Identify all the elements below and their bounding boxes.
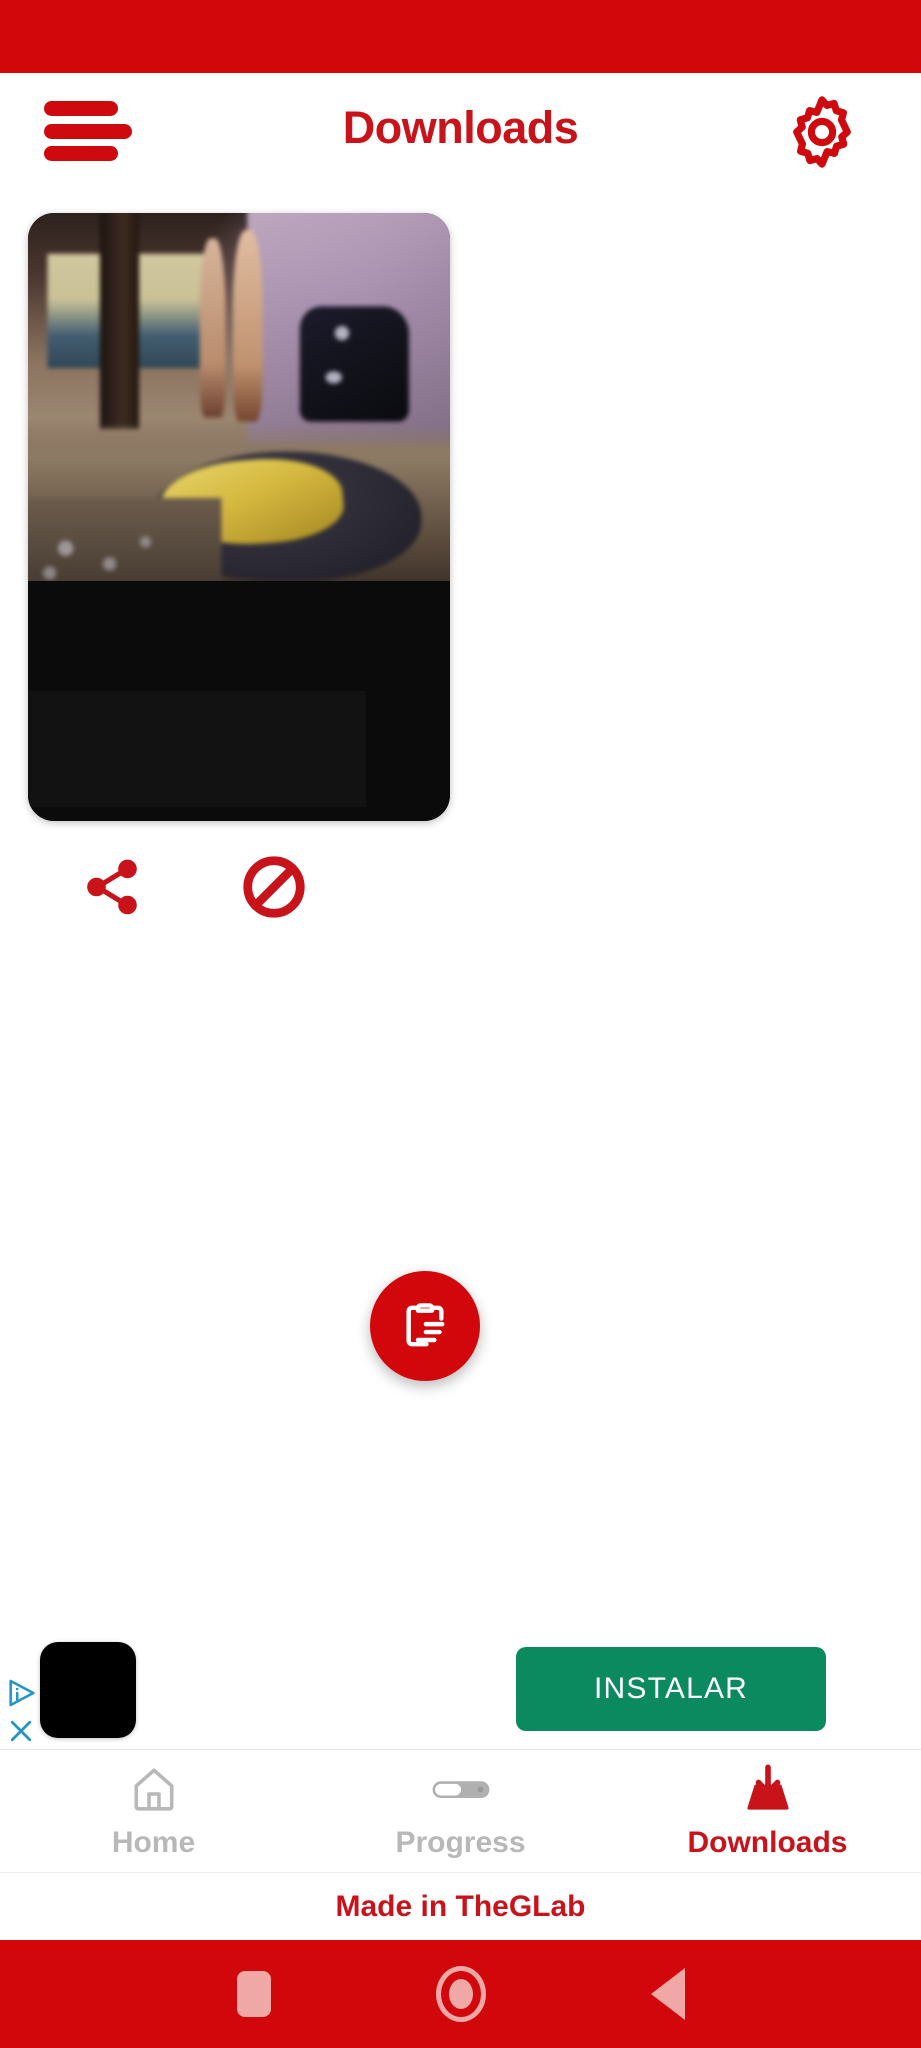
nav-label-progress: Progress xyxy=(395,1826,526,1859)
nav-label-home: Home xyxy=(111,1826,196,1859)
android-navigation-bar xyxy=(0,1940,921,2048)
downloads-list xyxy=(0,183,921,1628)
ad-banner[interactable]: INSTALAR xyxy=(0,1628,921,1750)
square-recents-icon[interactable] xyxy=(219,1959,289,2029)
triangle-back-icon[interactable] xyxy=(633,1959,703,2029)
video-letterbox-area xyxy=(28,580,450,821)
download-item-thumbnail[interactable] xyxy=(28,213,450,821)
download-tray-icon-svg xyxy=(746,1764,789,1810)
video-preview-image xyxy=(28,213,450,590)
nav-item-home[interactable]: Home xyxy=(0,1750,307,1872)
block-icon-svg xyxy=(243,856,305,918)
toggle-slider-icon-svg xyxy=(432,1781,489,1799)
nav-item-progress[interactable]: Progress xyxy=(307,1750,614,1872)
ad-app-icon[interactable] xyxy=(40,1642,136,1738)
phone-screen: Downloads INSTALAR Home Progress Downloa… xyxy=(0,0,921,2048)
download-item-actions xyxy=(28,841,450,933)
home-icon xyxy=(129,1762,179,1816)
home-icon-svg xyxy=(134,1768,173,1811)
install-button[interactable]: INSTALAR xyxy=(516,1647,826,1731)
adchoices-icon[interactable] xyxy=(4,1676,40,1710)
block-icon[interactable] xyxy=(228,841,320,933)
gear-icon-svg xyxy=(793,96,851,168)
paste-link-fab[interactable] xyxy=(370,1271,480,1381)
gear-icon[interactable] xyxy=(781,91,863,173)
share-icon[interactable] xyxy=(66,841,158,933)
footer-credit: Made in TheGLab xyxy=(335,1889,586,1923)
nav-item-downloads[interactable]: Downloads xyxy=(614,1750,921,1872)
circle-home-icon[interactable] xyxy=(426,1959,496,2029)
close-icon[interactable] xyxy=(6,1716,36,1746)
adchoices-icon-svg xyxy=(9,1679,35,1707)
footer: Made in TheGLab xyxy=(0,1872,921,1940)
clipboard-paste-icon xyxy=(406,1303,445,1347)
close-icon-svg xyxy=(10,1720,32,1742)
app-bar: Downloads xyxy=(0,73,921,183)
nav-label-downloads: Downloads xyxy=(687,1826,848,1859)
status-bar xyxy=(0,0,921,73)
bottom-navigation: Home Progress Downloads xyxy=(0,1750,921,1872)
share-icon-svg xyxy=(87,859,137,915)
toggle-slider-icon xyxy=(430,1762,492,1816)
download-tray-icon xyxy=(742,1762,794,1816)
